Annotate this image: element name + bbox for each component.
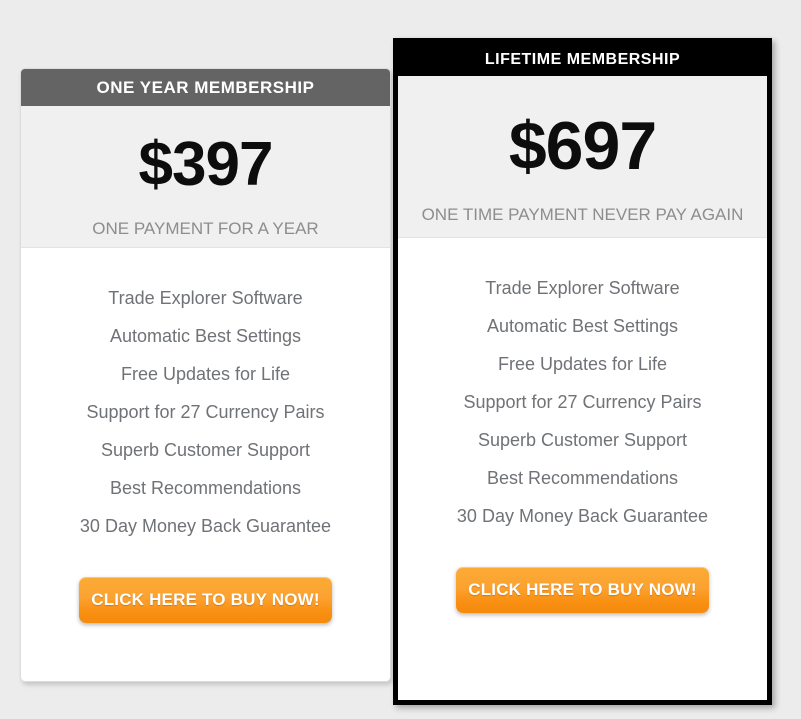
plan-title-one-year: ONE YEAR MEMBERSHIP (21, 69, 390, 106)
cta-container-lifetime: CLICK HERE TO BUY NOW! (398, 535, 767, 613)
buy-now-button-one-year[interactable]: CLICK HERE TO BUY NOW! (79, 577, 332, 623)
list-item: Best Recommendations (109, 478, 302, 498)
plan-price-lifetime: $697 (508, 108, 657, 184)
cta-container-one-year: CLICK HERE TO BUY NOW! (21, 545, 390, 623)
list-item: 30 Day Money Back Guarantee (456, 506, 709, 526)
list-item: Trade Explorer Software (108, 288, 303, 308)
list-item: Best Recommendations (486, 468, 679, 488)
feature-list-one-year: Trade Explorer Software Automatic Best S… (21, 248, 390, 545)
list-item: Trade Explorer Software (485, 278, 680, 298)
price-block-one-year: $397 ONE PAYMENT FOR A YEAR (21, 106, 390, 248)
buy-now-button-lifetime[interactable]: CLICK HERE TO BUY NOW! (456, 567, 709, 613)
pricing-card-lifetime: LIFETIME MEMBERSHIP $697 ONE TIME PAYMEN… (393, 38, 772, 705)
list-item: Support for 27 Currency Pairs (86, 402, 325, 422)
price-block-lifetime: $697 ONE TIME PAYMENT NEVER PAY AGAIN (398, 76, 767, 238)
plan-price-caption-lifetime: ONE TIME PAYMENT NEVER PAY AGAIN (421, 205, 744, 224)
pricing-card-one-year: ONE YEAR MEMBERSHIP $397 ONE PAYMENT FOR… (20, 68, 391, 682)
list-item: 30 Day Money Back Guarantee (79, 516, 332, 536)
list-item: Free Updates for Life (497, 354, 668, 374)
feature-list-lifetime: Trade Explorer Software Automatic Best S… (398, 238, 767, 535)
list-item: Automatic Best Settings (109, 326, 302, 346)
list-item: Free Updates for Life (120, 364, 291, 384)
list-item: Superb Customer Support (100, 440, 311, 460)
pricing-table: ONE YEAR MEMBERSHIP $397 ONE PAYMENT FOR… (0, 0, 801, 719)
list-item: Superb Customer Support (477, 430, 688, 450)
plan-price-caption-one-year: ONE PAYMENT FOR A YEAR (92, 219, 319, 238)
list-item: Automatic Best Settings (486, 316, 679, 336)
list-item: Support for 27 Currency Pairs (463, 392, 702, 412)
plan-title-lifetime: LIFETIME MEMBERSHIP (398, 43, 767, 76)
plan-price-one-year: $397 (138, 130, 274, 199)
